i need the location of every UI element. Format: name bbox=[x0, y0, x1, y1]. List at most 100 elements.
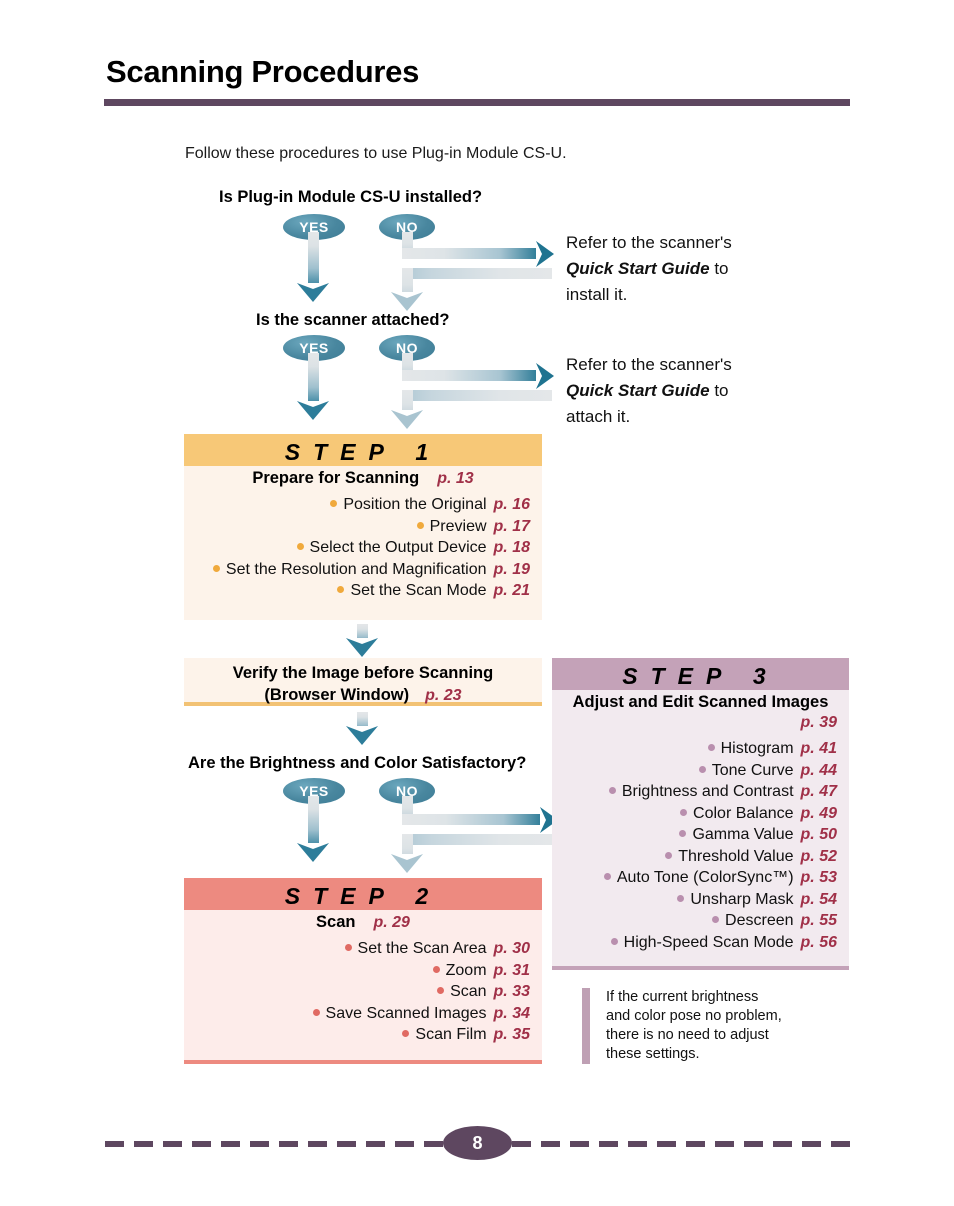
bullet-icon bbox=[712, 916, 720, 923]
step-3-item-5-label: Threshold Value bbox=[678, 847, 794, 865]
bullet-icon bbox=[212, 564, 220, 572]
arrow-yes-2-head-notch bbox=[297, 401, 329, 407]
verify-image-box: Verify the Image before Scanning (Browse… bbox=[184, 658, 542, 706]
bullet-icon bbox=[432, 965, 440, 973]
step-1-title-row: Prepare for Scanning p. 13 bbox=[184, 469, 542, 488]
footer-dashed-rule-left bbox=[105, 1141, 443, 1147]
adjust-settings-note: If the current brightness and color pose… bbox=[582, 988, 856, 1064]
step-2-item-3-label: Save Scanned Images bbox=[325, 1004, 487, 1022]
list-item: High-Speed Scan Mode p. 56 bbox=[552, 932, 837, 954]
bullet-icon bbox=[416, 521, 424, 529]
step-3-item-6-page: p. 53 bbox=[800, 869, 837, 886]
step-1-item-1-page: p. 17 bbox=[493, 517, 530, 535]
footer-dashed-rule-right bbox=[512, 1141, 850, 1147]
arrow-verify-to-decision3-head-notch bbox=[346, 726, 378, 732]
return-arrow-1-head-notch bbox=[391, 292, 423, 298]
list-item: Position the Original p. 16 bbox=[184, 494, 530, 516]
step-2-item-3-page: p. 34 bbox=[493, 1004, 530, 1022]
list-item: Zoom p. 31 bbox=[184, 960, 530, 982]
step-1-item-3-page: p. 19 bbox=[493, 560, 530, 578]
step-2-title: Scan bbox=[316, 913, 356, 931]
bullet-icon bbox=[312, 1008, 320, 1016]
step-1-title: Prepare for Scanning bbox=[252, 469, 420, 487]
step-3-list: Histogram p. 41 Tone Curve p. 44 Brightnes… bbox=[552, 738, 849, 953]
arrow-no-1-head-notch bbox=[536, 241, 542, 267]
list-item: Color Balance p. 49 bbox=[552, 803, 837, 825]
refer-note-2-lead: Refer to the scanner's bbox=[566, 355, 732, 374]
step-1-box: STEP 1 Prepare for Scanning p. 13 Positio… bbox=[184, 434, 542, 620]
list-item: Scan Film p. 35 bbox=[184, 1024, 530, 1046]
arrow-yes-3-shaft bbox=[308, 796, 319, 848]
verify-box-line-1: Verify the Image before Scanning bbox=[232, 664, 494, 682]
step-2-item-4-page: p. 35 bbox=[493, 1026, 530, 1043]
step-3-item-3-page: p. 49 bbox=[800, 804, 837, 822]
bullet-icon bbox=[679, 830, 687, 837]
step-3-item-1-label: Tone Curve bbox=[711, 761, 794, 779]
bullet-icon bbox=[330, 500, 338, 507]
refer-note-1: Refer to the scanner's Quick Start Guide… bbox=[566, 230, 866, 308]
return-arrow-2-head-notch bbox=[391, 410, 423, 416]
step-1-title-page: p. 13 bbox=[437, 470, 474, 487]
list-item: Save Scanned Images p. 34 bbox=[184, 1003, 530, 1025]
refer-note-1-last: install it. bbox=[566, 285, 628, 304]
note-line-3: there is no need to adjust bbox=[606, 1027, 769, 1043]
return-arrow-3-head-notch bbox=[391, 854, 423, 860]
step-3-item-0-page: p. 41 bbox=[800, 740, 837, 757]
arrow-yes-3-head-notch bbox=[297, 843, 329, 849]
step-3-item-2-page: p. 47 bbox=[800, 783, 837, 800]
step-2-item-0-label: Set the Scan Area bbox=[357, 940, 487, 957]
arrow-no-1-shaft bbox=[402, 248, 542, 259]
list-item: Set the Scan Mode p. 21 bbox=[184, 580, 530, 602]
step-3-item-7-label: Unsharp Mask bbox=[690, 890, 794, 908]
step-2-item-4-label: Scan Film bbox=[415, 1026, 487, 1043]
arrow-yes-1-head-notch bbox=[297, 283, 329, 289]
list-item: Brightness and Contrast p. 47 bbox=[552, 781, 837, 803]
step-3-item-4-page: p. 50 bbox=[800, 826, 837, 843]
arrow-no-2-head-notch bbox=[536, 363, 542, 389]
step-1-item-4-page: p. 21 bbox=[493, 582, 530, 599]
step-1-item-4-label: Set the Scan Mode bbox=[350, 582, 487, 599]
note-line-1: If the current brightness bbox=[606, 989, 759, 1005]
step-2-header: STEP 2 bbox=[184, 878, 542, 910]
bullet-icon bbox=[680, 808, 688, 816]
verify-box-line-2: (Browser Window) bbox=[264, 686, 410, 704]
step-1-item-2-page: p. 18 bbox=[493, 539, 530, 556]
step-3-item-0-label: Histogram bbox=[720, 740, 794, 757]
step-3-item-7-page: p. 54 bbox=[800, 890, 837, 908]
verify-box-line-2-row: (Browser Window) p. 23 bbox=[184, 684, 542, 707]
list-item: Auto Tone (ColorSync™) p. 53 bbox=[552, 867, 837, 889]
step-2-item-2-page: p. 33 bbox=[493, 983, 530, 1000]
list-item: Histogram p. 41 bbox=[552, 738, 837, 760]
step-3-item-5-page: p. 52 bbox=[800, 847, 837, 865]
bullet-icon bbox=[337, 586, 345, 593]
step-3-item-8-label: Descreen bbox=[725, 912, 794, 929]
step-2-item-1-page: p. 31 bbox=[493, 961, 530, 979]
step-3-title-page-row: p. 39 bbox=[552, 713, 849, 732]
step-1-item-1-label: Preview bbox=[429, 517, 487, 535]
verify-box-page: p. 23 bbox=[425, 687, 462, 704]
list-item: Scan p. 33 bbox=[184, 981, 530, 1003]
step-2-item-0-page: p. 30 bbox=[493, 940, 530, 957]
step-3-item-4-label: Gamma Value bbox=[692, 826, 794, 843]
intro-paragraph: Follow these procedures to use Plug-in M… bbox=[185, 145, 567, 162]
step-2-item-2-label: Scan bbox=[450, 983, 487, 1000]
step-3-header: STEP 3 bbox=[552, 658, 849, 690]
refer-note-2: Refer to the scanner's Quick Start Guide… bbox=[566, 352, 866, 430]
list-item: Descreen p. 55 bbox=[552, 910, 837, 932]
decision-question-3: Are the Brightness and Color Satisfactor… bbox=[188, 754, 527, 772]
step-3-item-1-page: p. 44 bbox=[800, 761, 837, 779]
step-3-item-9-page: p. 56 bbox=[800, 933, 837, 951]
step-3-box: STEP 3 Adjust and Edit Scanned Images p.… bbox=[552, 658, 849, 970]
bullet-icon bbox=[677, 894, 685, 902]
list-item: Set the Scan Area p. 30 bbox=[184, 938, 530, 960]
bullet-icon bbox=[402, 1030, 410, 1037]
step-3-title: Adjust and Edit Scanned Images bbox=[572, 693, 829, 711]
arrow-no-2-shaft bbox=[402, 370, 542, 381]
step-3-item-2-label: Brightness and Contrast bbox=[621, 783, 794, 800]
decision-question-2: Is the scanner attached? bbox=[256, 311, 450, 329]
step-1-header: STEP 1 bbox=[184, 434, 542, 466]
bullet-icon bbox=[608, 787, 616, 794]
arrow-step1-to-verify-head-notch bbox=[346, 638, 378, 644]
arrow-yes-1-shaft bbox=[308, 232, 319, 288]
list-item: Select the Output Device p. 18 bbox=[184, 537, 530, 559]
